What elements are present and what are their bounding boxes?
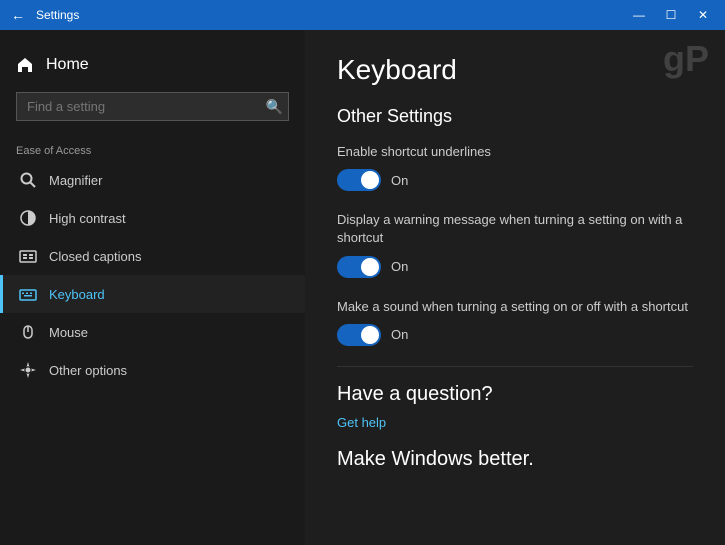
setting-warning-message: Display a warning message when turning a… [337, 211, 693, 277]
warning-message-toggle[interactable] [337, 256, 381, 278]
warning-message-state: On [391, 259, 408, 274]
sidebar-item-high-contrast[interactable]: High contrast [0, 199, 305, 237]
keyboard-label: Keyboard [49, 287, 105, 302]
back-icon: ← [11, 7, 25, 23]
home-label: Home [46, 56, 89, 74]
content-area: gP Keyboard Other Settings Enable shortc… [305, 30, 725, 545]
warning-message-desc: Display a warning message when turning a… [337, 211, 693, 247]
high-contrast-label: High contrast [49, 211, 126, 226]
other-options-icon [19, 361, 37, 379]
closed-captions-icon [19, 247, 37, 265]
keyboard-icon [19, 285, 37, 303]
titlebar-title: Settings [36, 8, 79, 22]
make-better-title: Make Windows better. [337, 448, 693, 471]
high-contrast-icon [19, 209, 37, 227]
setting-shortcut-underlines: Enable shortcut underlines On [337, 143, 693, 191]
watermark: gP [663, 38, 709, 80]
warning-message-row: On [337, 256, 693, 278]
sound-shortcut-row: On [337, 324, 693, 346]
toggle-knob-3 [361, 326, 379, 344]
sidebar-item-home[interactable]: Home [0, 46, 305, 84]
shortcut-underlines-desc: Enable shortcut underlines [337, 143, 693, 161]
ease-of-access-label: Ease of Access [0, 137, 305, 161]
search-input[interactable] [16, 92, 289, 121]
minimize-button[interactable]: — [625, 5, 653, 25]
shortcut-underlines-row: On [337, 169, 693, 191]
sidebar-item-other-options[interactable]: Other options [0, 351, 305, 389]
other-options-label: Other options [49, 363, 127, 378]
closed-captions-label: Closed captions [49, 249, 142, 264]
search-container: 🔍 [16, 92, 289, 121]
sidebar-item-magnifier[interactable]: Magnifier [0, 161, 305, 199]
section-title: Other Settings [337, 106, 693, 127]
question-title: Have a question? [337, 383, 693, 406]
shortcut-underlines-toggle[interactable] [337, 169, 381, 191]
sidebar-item-keyboard[interactable]: Keyboard [0, 275, 305, 313]
setting-sound-shortcut: Make a sound when turning a setting on o… [337, 298, 693, 346]
home-icon [16, 56, 34, 74]
sound-shortcut-desc: Make a sound when turning a setting on o… [337, 298, 693, 316]
close-button[interactable]: ✕ [689, 5, 717, 25]
search-icon[interactable]: 🔍 [266, 98, 283, 115]
mouse-label: Mouse [49, 325, 88, 340]
titlebar-left: ← Settings [8, 5, 79, 25]
toggle-knob [361, 171, 379, 189]
page-title: Keyboard [337, 54, 693, 86]
sound-shortcut-state: On [391, 327, 408, 342]
sidebar-item-mouse[interactable]: Mouse [0, 313, 305, 351]
sound-shortcut-toggle[interactable] [337, 324, 381, 346]
toggle-knob-2 [361, 258, 379, 276]
sidebar-item-closed-captions[interactable]: Closed captions [0, 237, 305, 275]
maximize-button[interactable]: ☐ [657, 5, 685, 25]
magnifier-icon [19, 171, 37, 189]
get-help-link[interactable]: Get help [337, 415, 386, 430]
back-button[interactable]: ← [8, 5, 28, 25]
magnifier-label: Magnifier [49, 173, 102, 188]
titlebar: ← Settings — ☐ ✕ [0, 0, 725, 30]
app-container: Home 🔍 Ease of Access Magnifier [0, 30, 725, 545]
sidebar: Home 🔍 Ease of Access Magnifier [0, 30, 305, 545]
titlebar-controls: — ☐ ✕ [625, 5, 717, 25]
shortcut-underlines-state: On [391, 173, 408, 188]
mouse-icon [19, 323, 37, 341]
divider [337, 366, 693, 367]
